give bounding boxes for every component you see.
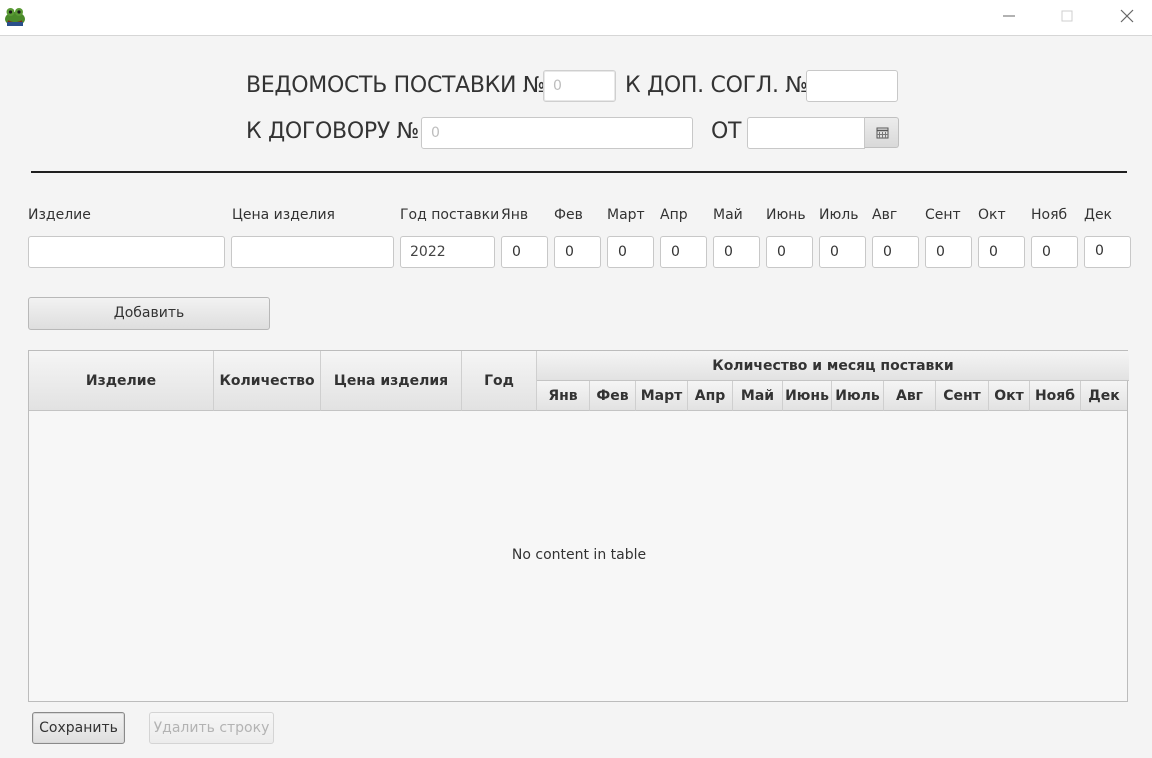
addendum-number-input[interactable] xyxy=(806,70,898,102)
month-input-jul[interactable]: 0 xyxy=(819,236,866,268)
month-label-mar: Март xyxy=(607,207,645,223)
month-label-jul: Июль xyxy=(819,207,859,223)
column-header-price[interactable]: Цена изделия xyxy=(321,351,462,411)
save-button[interactable]: Сохранить xyxy=(32,712,125,744)
empty-table-message: No content in table xyxy=(511,547,647,563)
column-header-may[interactable]: Май xyxy=(733,381,783,411)
add-button[interactable]: Добавить xyxy=(28,297,270,330)
column-header-nov[interactable]: Нояб xyxy=(1030,381,1081,411)
month-label-may: Май xyxy=(713,207,743,223)
month-label-jan: Янв xyxy=(501,207,529,223)
column-header-oct[interactable]: Окт xyxy=(989,381,1030,411)
calendar-icon xyxy=(876,127,889,139)
date-input[interactable] xyxy=(747,117,865,149)
minimize-button[interactable] xyxy=(986,0,1032,32)
header-divider xyxy=(31,171,1127,173)
year-input[interactable]: 2022 xyxy=(400,236,495,268)
price-input[interactable] xyxy=(231,236,394,268)
maximize-button[interactable] xyxy=(1044,0,1090,32)
minimize-icon xyxy=(1003,15,1015,17)
month-input-sep[interactable]: 0 xyxy=(925,236,972,268)
year-label: Год поставки xyxy=(400,207,500,223)
column-header-jun[interactable]: Июнь xyxy=(783,381,832,411)
frog-app-icon xyxy=(5,8,25,26)
calendar-button[interactable] xyxy=(865,117,899,148)
close-icon xyxy=(1120,9,1134,23)
column-group-header: Количество и месяц поставки xyxy=(537,351,1129,381)
product-label: Изделие xyxy=(28,207,91,223)
price-label: Цена изделия xyxy=(232,207,335,223)
month-input-aug[interactable]: 0 xyxy=(872,236,919,268)
statement-number-input[interactable]: 0 xyxy=(543,70,616,102)
month-label-jun: Июнь xyxy=(766,207,806,223)
month-input-mar[interactable]: 0 xyxy=(607,236,654,268)
column-header-year[interactable]: Год xyxy=(462,351,537,411)
product-input[interactable] xyxy=(28,236,225,268)
month-label-aug: Авг xyxy=(872,207,898,223)
month-label-apr: Апр xyxy=(660,207,688,223)
column-header-product[interactable]: Изделие xyxy=(29,351,214,411)
month-label-dec: Дек xyxy=(1084,207,1113,223)
delete-row-button[interactable]: Удалить строку xyxy=(149,712,274,744)
month-input-nov[interactable]: 0 xyxy=(1031,236,1078,268)
maximize-icon xyxy=(1061,10,1073,22)
addendum-label: К ДОП. СОГЛ. № xyxy=(625,73,808,98)
column-header-quantity[interactable]: Количество xyxy=(214,351,321,411)
column-header-mar[interactable]: Март xyxy=(636,381,688,411)
column-header-aug[interactable]: Авг xyxy=(884,381,936,411)
column-header-jul[interactable]: Июль xyxy=(832,381,884,411)
month-label-nov: Нояб xyxy=(1031,207,1068,223)
column-header-dec[interactable]: Дек xyxy=(1081,381,1127,411)
month-input-may[interactable]: 0 xyxy=(713,236,760,268)
month-label-feb: Фев xyxy=(554,207,583,223)
column-header-apr[interactable]: Апр xyxy=(688,381,733,411)
month-input-apr[interactable]: 0 xyxy=(660,236,707,268)
column-header-jan[interactable]: Янв xyxy=(537,381,590,411)
contract-label: К ДОГОВОРУ № xyxy=(246,119,420,144)
column-header-feb[interactable]: Фев xyxy=(590,381,636,411)
contract-number-input[interactable]: 0 xyxy=(421,117,693,149)
statement-label: ВЕДОМОСТЬ ПОСТАВКИ № xyxy=(246,73,546,98)
month-input-dec[interactable]: 0 xyxy=(1084,236,1131,268)
supply-table: Изделие Количество Цена изделия Год Коли… xyxy=(28,350,1129,702)
month-label-oct: Окт xyxy=(978,207,1006,223)
month-input-jun[interactable]: 0 xyxy=(766,236,813,268)
title-bar xyxy=(0,0,1152,36)
date-label: ОТ xyxy=(711,119,742,144)
column-header-sep[interactable]: Сент xyxy=(936,381,989,411)
main-content: ВЕДОМОСТЬ ПОСТАВКИ № 0 К ДОП. СОГЛ. № К … xyxy=(0,37,1152,758)
close-button[interactable] xyxy=(1104,0,1150,32)
month-input-oct[interactable]: 0 xyxy=(978,236,1025,268)
month-input-feb[interactable]: 0 xyxy=(554,236,601,268)
month-input-jan[interactable]: 0 xyxy=(501,236,548,268)
month-label-sep: Сент xyxy=(925,207,961,223)
